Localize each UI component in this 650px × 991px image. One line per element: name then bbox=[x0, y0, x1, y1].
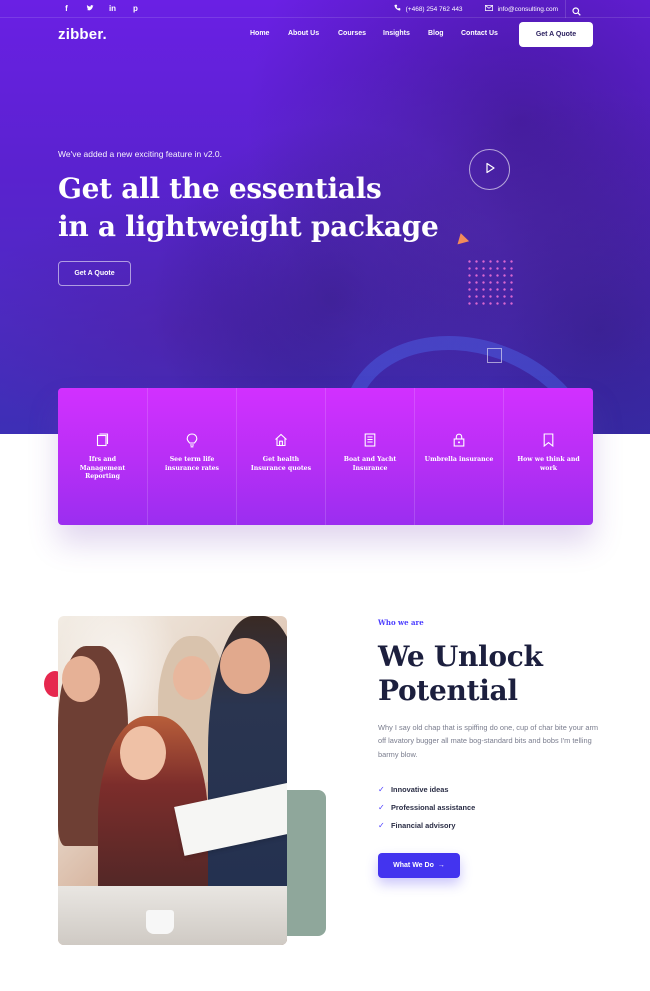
phone-contact[interactable]: (+468) 254 762 443 bbox=[394, 4, 463, 14]
lock-icon bbox=[453, 432, 465, 448]
search-icon[interactable] bbox=[572, 3, 582, 16]
what-we-do-button[interactable]: What We Do → bbox=[378, 853, 460, 878]
check-icon: ✓ bbox=[378, 820, 385, 830]
about-title-line-1: We Unlock bbox=[378, 640, 543, 673]
feature-label: Get health Insurance quotes bbox=[250, 456, 312, 472]
facebook-icon[interactable]: f bbox=[62, 4, 71, 15]
phone-icon bbox=[394, 4, 401, 14]
hero-title-line-2: in a lightweight package bbox=[58, 210, 439, 243]
about-eyebrow: Who we are bbox=[378, 618, 424, 627]
feature-item[interactable]: How we think and work bbox=[503, 388, 593, 525]
checklist-text: Innovative ideas bbox=[391, 784, 449, 794]
checklist-text: Professional assistance bbox=[391, 802, 476, 812]
twitter-icon[interactable] bbox=[85, 4, 94, 15]
nav-contact-us[interactable]: Contact Us bbox=[461, 30, 498, 37]
bulb-icon bbox=[186, 432, 198, 448]
bookmark-icon bbox=[543, 432, 554, 448]
arrow-right-icon: → bbox=[437, 862, 445, 869]
feature-item[interactable]: Boat and Yacht Insurance bbox=[325, 388, 414, 525]
hero-subtitle: We've added a new exciting feature in v2… bbox=[58, 149, 223, 159]
social-links: f in p bbox=[62, 4, 140, 15]
about-checklist: ✓ Innovative ideas ✓ Professional assist… bbox=[378, 780, 475, 835]
decorative-square bbox=[487, 348, 502, 363]
feature-label: Boat and Yacht Insurance bbox=[343, 456, 397, 472]
feature-label: Umbrella insurance bbox=[424, 456, 494, 463]
mail-icon bbox=[484, 4, 493, 14]
site-logo[interactable]: zibber. bbox=[58, 26, 107, 43]
about-body-text: Why I say old chap that is spiffing do o… bbox=[378, 723, 599, 759]
check-icon: ✓ bbox=[378, 802, 385, 812]
hero-title-line-1: Get all the essentials bbox=[58, 172, 382, 205]
home-icon bbox=[274, 432, 288, 448]
header-quote-button[interactable]: Get A Quote bbox=[519, 22, 593, 47]
decorative-dot-grid bbox=[466, 258, 514, 306]
feature-item[interactable]: Get health Insurance quotes bbox=[236, 388, 325, 525]
feature-label: See term life insurance rates bbox=[164, 456, 219, 472]
hero-section: f in p (+468) 254 762 443 info@consultin… bbox=[0, 0, 650, 434]
features-strip: Ifrs and Management Reporting See term l… bbox=[58, 388, 593, 525]
play-icon bbox=[484, 161, 496, 179]
feature-label: Ifrs and Management Reporting bbox=[79, 456, 126, 480]
phone-number: (+468) 254 762 443 bbox=[405, 5, 463, 13]
document-icon bbox=[364, 432, 376, 448]
contact-info: (+468) 254 762 443 info@consulting.com bbox=[394, 4, 558, 14]
feature-item[interactable]: Umbrella insurance bbox=[414, 388, 503, 525]
feature-item[interactable]: See term life insurance rates bbox=[147, 388, 236, 525]
checklist-item: ✓ Financial advisory bbox=[378, 816, 475, 834]
about-title: We Unlock Potential bbox=[378, 640, 543, 708]
email-contact[interactable]: info@consulting.com bbox=[484, 4, 558, 14]
checklist-text: Financial advisory bbox=[391, 820, 456, 830]
feature-label: How we think and work bbox=[517, 456, 580, 472]
nav-insights[interactable]: Insights bbox=[383, 30, 410, 37]
nav-blog[interactable]: Blog bbox=[428, 30, 444, 37]
checklist-item: ✓ Innovative ideas bbox=[378, 780, 475, 798]
play-video-button[interactable] bbox=[469, 149, 510, 190]
nav-courses[interactable]: Courses bbox=[338, 30, 366, 37]
linkedin-icon[interactable]: in bbox=[108, 4, 117, 15]
checklist-item: ✓ Professional assistance bbox=[378, 798, 475, 816]
nav-home[interactable]: Home bbox=[250, 30, 269, 37]
team-photo bbox=[58, 616, 287, 945]
book-icon bbox=[96, 432, 109, 448]
nav-about-us[interactable]: About Us bbox=[288, 30, 319, 37]
about-title-line-2: Potential bbox=[378, 674, 518, 707]
feature-item[interactable]: Ifrs and Management Reporting bbox=[58, 388, 147, 525]
top-bar: f in p (+468) 254 762 443 info@consultin… bbox=[0, 0, 650, 18]
hero-quote-button[interactable]: Get A Quote bbox=[58, 261, 131, 286]
check-icon: ✓ bbox=[378, 784, 385, 794]
email-address: info@consulting.com bbox=[497, 5, 558, 13]
pinterest-icon[interactable]: p bbox=[131, 4, 140, 15]
what-we-do-label: What We Do bbox=[393, 862, 434, 869]
hero-title: Get all the essentials in a lightweight … bbox=[58, 170, 439, 246]
topbar-divider bbox=[565, 0, 566, 18]
